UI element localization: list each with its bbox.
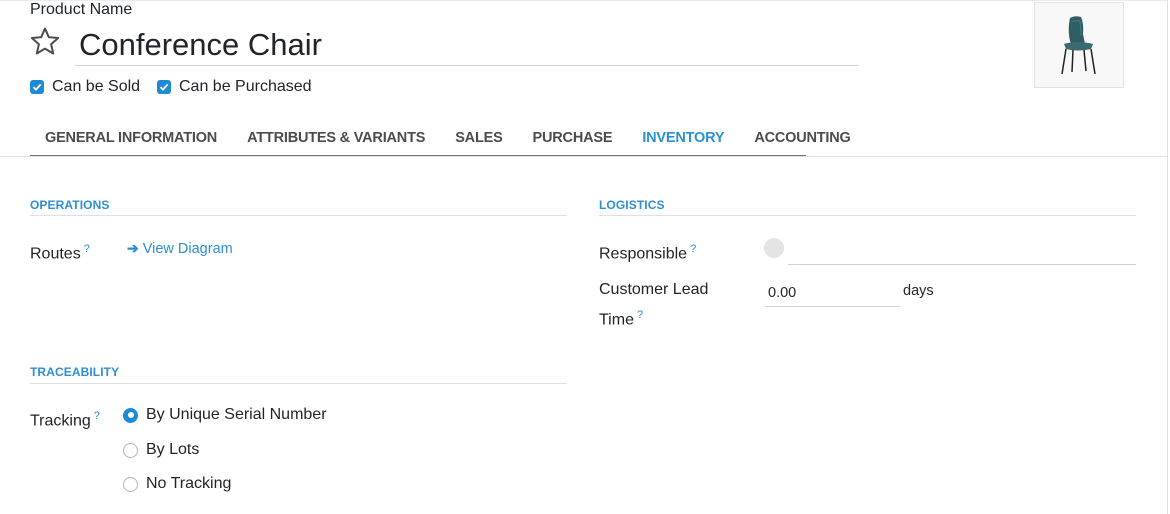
tracking-option-serial[interactable]: By Unique Serial Number [123,406,327,424]
can-be-purchased-row[interactable]: Can be Purchased [157,78,312,96]
tracking-option-label: No Tracking [146,475,232,492]
check-icon [159,83,169,91]
view-diagram-label: View Diagram [142,240,233,257]
help-icon[interactable]: ? [84,243,90,255]
help-icon[interactable]: ? [637,309,643,321]
help-icon[interactable]: ? [690,243,696,255]
logistics-title: LOGISTICS [599,198,665,212]
top-border [0,0,1168,1]
traceability-title: TRACEABILITY [30,365,120,379]
logistics-divider [599,215,1136,216]
tracking-option-none[interactable]: No Tracking [123,475,231,493]
right-border [1167,0,1168,514]
operations-title: OPERATIONS [30,198,110,212]
tab-attributes-variants[interactable]: ATTRIBUTES & VARIANTS [232,122,440,155]
product-name-label: Product Name [30,1,133,18]
lead-time-unit: days [903,283,934,299]
customer-lead-time-input[interactable] [765,280,900,307]
tab-accounting[interactable]: ACCOUNTING [739,122,865,155]
radio-button[interactable] [123,442,138,458]
routes-label: Routes? [30,237,90,266]
routes-label-text: Routes [30,245,81,263]
view-diagram-link[interactable]: ➔ View Diagram [127,240,233,257]
tab-inventory[interactable]: INVENTORY [627,122,739,155]
can-be-purchased-checkbox[interactable] [157,80,171,94]
tracking-option-label: By Unique Serial Number [146,406,327,423]
arrow-right-icon: ➔ [127,240,139,256]
tab-sales[interactable]: SALES [440,122,517,155]
traceability-divider [30,383,567,384]
product-image[interactable] [1034,2,1124,88]
can-be-sold-row[interactable]: Can be Sold [30,78,140,96]
can-be-sold-checkbox[interactable] [30,80,44,94]
notebook-tabs: GENERAL INFORMATION ATTRIBUTES & VARIANT… [30,122,866,157]
star-icon[interactable] [28,25,62,59]
tab-purchase[interactable]: PURCHASE [518,122,628,155]
operations-divider [30,215,567,216]
radio-button[interactable] [123,476,138,492]
avatar [764,238,784,258]
tracking-option-lots[interactable]: By Lots [123,441,199,459]
check-icon [32,83,42,91]
can-be-purchased-label: Can be Purchased [179,78,312,95]
chair-image [1061,16,1096,75]
tracking-option-label: By Lots [146,441,200,458]
help-icon[interactable]: ? [94,410,100,422]
radio-button[interactable] [123,407,138,423]
responsible-label-text: Responsible [599,245,688,263]
customer-lead-time-label: Customer Lead Time? [599,278,708,332]
tracking-label: Tracking? [30,404,100,433]
customer-lead-time-label-line2: Time [599,311,634,329]
product-name-input[interactable] [75,24,859,66]
tracking-label-text: Tracking [30,412,91,430]
tabs-divider [0,156,1168,157]
tab-general-information[interactable]: GENERAL INFORMATION [30,122,232,155]
responsible-label: Responsible? [599,237,696,266]
can-be-sold-label: Can be Sold [52,78,141,95]
responsible-input[interactable] [788,236,1136,265]
customer-lead-time-label-line1: Customer Lead [599,281,709,298]
